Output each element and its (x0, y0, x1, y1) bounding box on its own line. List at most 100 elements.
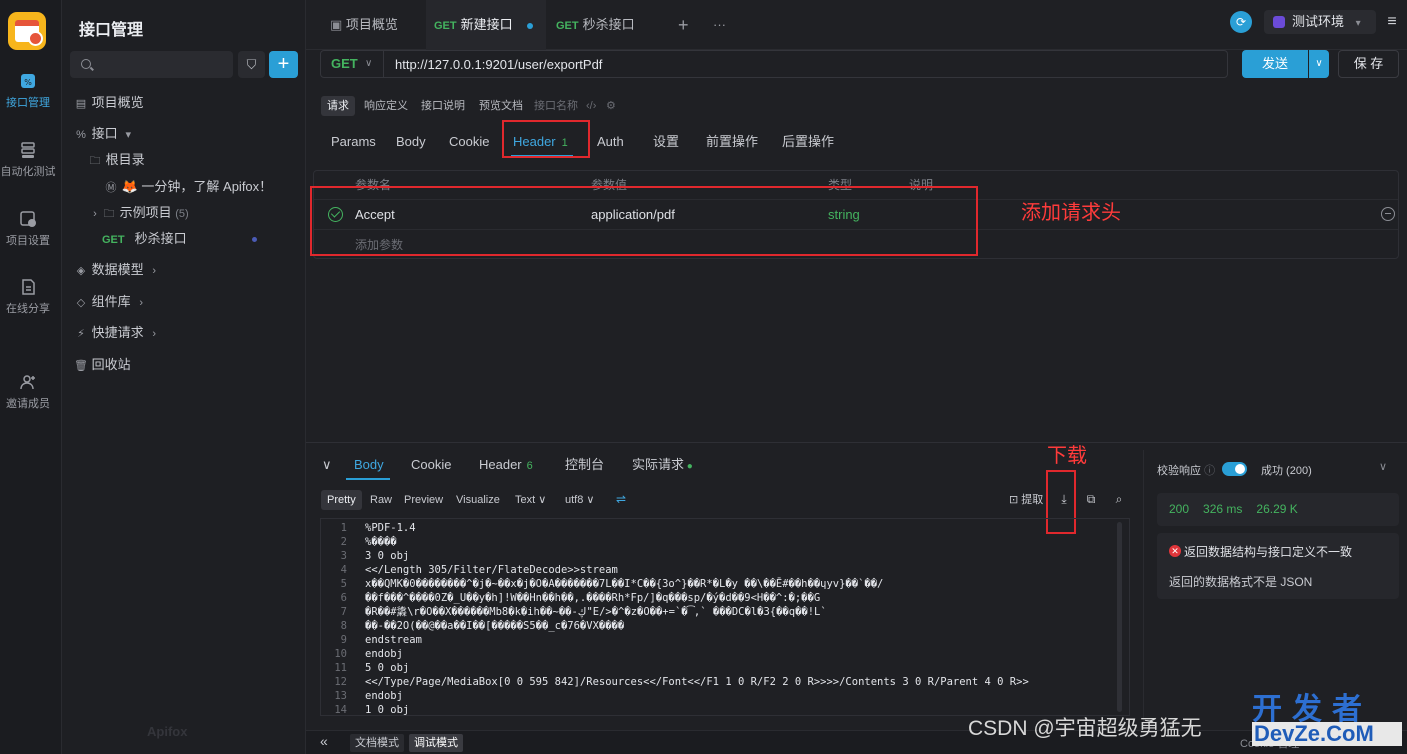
tree-item-overview[interactable]: ▤ 项目概览 (74, 91, 144, 115)
rail-item-invite[interactable]: 邀请成员 (0, 373, 56, 411)
tab-overview[interactable]: ▣ 项目概览 (322, 0, 406, 50)
chevron-down-icon: ▾ (1355, 18, 1361, 29)
tree-item-api[interactable]: % 接口 ▾ (74, 122, 135, 146)
menu-icon[interactable]: ≡ (1381, 10, 1403, 34)
url-input[interactable] (395, 51, 1215, 77)
sync-icon[interactable]: ⟳ (1230, 11, 1252, 33)
filter-button[interactable]: ⛉ (238, 51, 265, 78)
mode-response-def[interactable]: 响应定义 (358, 96, 414, 116)
tab-seckill[interactable]: GET 秒杀接口 (548, 0, 643, 50)
collapse-sidebar-icon[interactable]: « (320, 733, 328, 749)
tab-label: 项目概览 (345, 17, 398, 32)
tab-post-ops[interactable]: 后置操作 (782, 132, 834, 152)
response-body-code[interactable]: 1 %PDF-1.4 2 %���� 3 3 0 obj 4 <</Length 305… (320, 518, 1130, 716)
format-raw[interactable]: Raw (364, 490, 398, 510)
tree-item-intro-doc[interactable]: Ⓜ 🦊 一分钟，了解 Apifox！ (104, 175, 273, 199)
trash-icon: 🗑 (74, 360, 88, 372)
tree-item-components[interactable]: ◇ 组件库 › (74, 290, 148, 314)
code-text: <</Type/Page/MediaBox[0 0 595 842]/Resou… (365, 676, 1029, 688)
sidebar-search-input[interactable] (70, 51, 233, 78)
filter-icon: ⛉ (246, 57, 257, 72)
tab-params[interactable]: Params (331, 132, 376, 152)
rail-item-share[interactable]: 在线分享 (0, 278, 56, 316)
button-label: 提取 (1021, 494, 1044, 506)
tab-label: Header (479, 457, 522, 472)
rail-item-api[interactable]: % 接口管理 (0, 72, 56, 110)
chevron-right-icon: › (152, 265, 157, 277)
response-tab-cookie[interactable]: Cookie (411, 456, 451, 474)
code-text: 1 0 obj (365, 704, 410, 716)
format-pretty[interactable]: Pretty (321, 490, 362, 510)
code-text: ��f���^����0Z�_U��y�h]!W��Hn��h��,.����R… (365, 592, 821, 604)
tree-item-trash[interactable]: 🗑 回收站 (74, 353, 131, 377)
response-tab-actual-request[interactable]: 实际请求 ● (632, 456, 693, 476)
mode-request[interactable]: 请求 (321, 96, 355, 116)
tab-label: 新建接口 (460, 17, 513, 32)
url-bar: GET ∨ (320, 50, 1228, 78)
pane-divider[interactable] (306, 442, 1407, 443)
settings-icon (20, 211, 36, 227)
tree-item-quick-request[interactable]: ⚡ 快捷请求 › (74, 321, 161, 345)
search-icon[interactable]: ⌕ (1112, 492, 1126, 506)
code-text: ��-��2O(��@��a��I��[�����S5��_c�76�VX���… (365, 620, 625, 632)
mode-preview-doc[interactable]: 预览文档 (473, 96, 529, 116)
tab-bar: ▣ 项目概览 GET 新建接口 GET 秒杀接口 + ··· ⟳ 测试环境 ▾ ≡ (306, 0, 1407, 50)
line-number: 1 (340, 522, 347, 534)
tree-item-sample-project[interactable]: › 🗀 示例项目 (5) (88, 201, 189, 225)
doc-mode-button[interactable]: 文档模式 (350, 734, 404, 752)
tab-cookie[interactable]: Cookie (449, 132, 489, 152)
add-button[interactable]: + (269, 51, 298, 78)
text-select[interactable]: Text ∨ (509, 490, 552, 510)
save-button[interactable]: 保 存 (1338, 50, 1399, 78)
rail-item-settings[interactable]: 项目设置 (0, 210, 56, 248)
extract-button[interactable]: ⊡ 提取 (1003, 490, 1049, 510)
code-scrollbar[interactable] (1117, 522, 1122, 712)
download-icon[interactable]: ⤓ (1057, 492, 1071, 506)
chevron-down-icon[interactable]: ∨ (1379, 460, 1387, 473)
validate-status[interactable]: 成功 (200) (1261, 462, 1312, 478)
api-icon: % (76, 129, 86, 141)
chevron-down-icon[interactable]: ∨ (365, 51, 372, 77)
rail-item-automation[interactable]: 自动化测试 (0, 141, 56, 179)
api-name-field[interactable]: 接口名称 (528, 96, 584, 116)
validation-error: ✕ 返回数据结构与接口定义不一致 返回的数据格式不是 JSON (1157, 533, 1399, 599)
error-title: 返回数据结构与接口定义不一致 (1184, 545, 1353, 559)
tab-auth[interactable]: Auth (597, 132, 624, 152)
send-button[interactable]: 发送 (1242, 50, 1308, 78)
settings-icon[interactable]: ⚙ (600, 96, 622, 116)
tree-label: 示例项目 (119, 205, 172, 220)
tree-item-seckill[interactable]: GET 秒杀接口 (102, 227, 257, 251)
tree-count: (5) (175, 208, 189, 220)
more-tabs-button[interactable]: ··· (713, 0, 726, 50)
environment-select[interactable]: 测试环境 ▾ (1264, 10, 1376, 34)
tree-item-models[interactable]: ◈ 数据模型 › (74, 258, 161, 282)
format-visualize[interactable]: Visualize (450, 490, 506, 510)
response-size: 26.29 K (1256, 502, 1298, 516)
response-tab-console[interactable]: 控制台 (565, 456, 604, 474)
method-select[interactable]: GET (331, 51, 358, 77)
format-preview[interactable]: Preview (398, 490, 449, 510)
code-text: endstream (365, 634, 422, 646)
validate-toggle[interactable] (1222, 462, 1247, 476)
environment-label: 测试环境 (1292, 14, 1345, 29)
response-tab-header[interactable]: Header 6 (479, 456, 533, 475)
add-tab-button[interactable]: + (678, 0, 689, 50)
tab-pre-ops[interactable]: 前置操作 (706, 132, 758, 152)
tab-settings[interactable]: 设置 (653, 132, 679, 152)
watermark-bottom: DevZe.CoM (1252, 722, 1402, 746)
send-options-button[interactable]: ∨ (1309, 50, 1329, 78)
apifox-logo[interactable] (8, 12, 46, 50)
automation-icon (21, 142, 35, 158)
chevron-down-icon: ∨ (538, 494, 547, 506)
remove-row-icon[interactable] (1381, 207, 1395, 221)
copy-icon[interactable]: ⧉ (1084, 492, 1098, 506)
wrap-icon[interactable]: ⇌ (614, 492, 628, 506)
mode-api-doc[interactable]: 接口说明 (415, 96, 471, 116)
tab-body[interactable]: Body (396, 132, 426, 152)
encoding-select[interactable]: utf8 ∨ (559, 490, 600, 510)
response-tab-body[interactable]: Body (354, 456, 384, 474)
debug-mode-button[interactable]: 调试模式 (409, 734, 463, 752)
tab-new-api[interactable]: GET 新建接口 (426, 0, 546, 50)
collapse-response-icon[interactable]: ∨ (322, 456, 332, 474)
tree-item-root[interactable]: 🗀 根目录 (88, 148, 145, 172)
